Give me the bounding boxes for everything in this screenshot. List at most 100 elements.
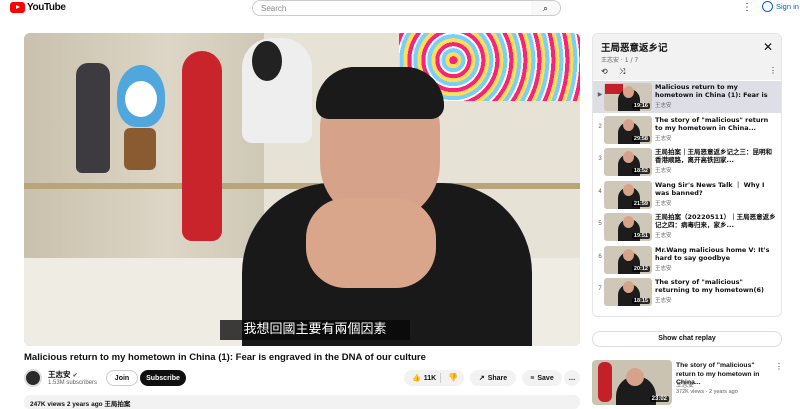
- recommended-meta: 372K views · 2 years ago: [676, 389, 738, 395]
- more-actions-button[interactable]: …: [564, 370, 580, 386]
- video-frame-bear-figure: [76, 63, 110, 173]
- show-chat-replay-button[interactable]: Show chat replay: [592, 331, 782, 347]
- subscriber-count: 1.53M subscribers: [48, 380, 98, 386]
- like-count: 11K: [423, 374, 437, 382]
- subscribe-button[interactable]: Subscribe: [140, 370, 186, 386]
- thumb-speaker-face: [623, 151, 634, 163]
- video-frame-clock: [124, 128, 156, 170]
- playlist-item-duration: 19:51: [631, 233, 650, 239]
- video-subtitle: 我想回國主要有兩個因素: [220, 320, 410, 340]
- playlist-item-index: 2: [598, 123, 602, 130]
- playlist-item-channel: 王志安: [655, 233, 672, 239]
- playlist-item-title[interactable]: Malicious return to my hometown in China…: [655, 83, 777, 100]
- playlist-item[interactable]: 4 21:59 Wang Sir's News Talk ｜ Why I was b…: [593, 179, 781, 211]
- playlist-item-thumbnail[interactable]: 29:58: [604, 115, 652, 144]
- playlist-title[interactable]: 王局恶意返乡记: [601, 40, 668, 54]
- shuffle-icon[interactable]: ⤨: [619, 67, 625, 77]
- playlist-item[interactable]: ▶ 19:16 Malicious return to my hometown in…: [593, 81, 781, 113]
- playlist-item-thumbnail[interactable]: 19:51: [604, 213, 652, 241]
- playlist-item-title[interactable]: The story of "malicious" return to my ho…: [655, 116, 777, 132]
- recommended-channel[interactable]: 王志安: [676, 380, 694, 389]
- save-icon: ≡: [530, 374, 535, 382]
- playlist-item-channel: 王志安: [655, 168, 672, 174]
- close-icon[interactable]: ✕: [763, 40, 773, 54]
- playlist-header: 王局恶意返乡记 王志安 · 1 / 7 ⟲ ⤨ ✕ ⋮: [593, 34, 781, 80]
- thumb-speaker-face: [623, 216, 634, 228]
- youtube-logo[interactable]: YouTube: [10, 2, 66, 13]
- playlist-item-duration: 18:52: [631, 168, 650, 174]
- playlist-item-index: 4: [598, 188, 602, 195]
- video-frame-dog-patch: [252, 41, 282, 81]
- recommended-thumbnail[interactable]: 23:02: [592, 360, 672, 405]
- playlist-item-channel: 王志安: [655, 200, 672, 207]
- search-input[interactable]: Search: [252, 0, 532, 16]
- video-frame-doraemon-face: [125, 81, 157, 117]
- playlist-item-title[interactable]: Wang Sir's News Talk ｜ Why I was banned?: [655, 181, 777, 197]
- playlist-item-index: 7: [598, 286, 602, 292]
- settings-kebab-icon[interactable]: ⋮: [742, 2, 752, 13]
- playlist-item[interactable]: 3 18:52 王局拍案｜王局恶意返乡记之三：昆明和香港顺路，离开高铁回家... 王志…: [593, 146, 781, 178]
- channel-name[interactable]: 王志安 ✔: [48, 369, 78, 380]
- playlist-item-thumbnail[interactable]: 18:15: [604, 278, 652, 306]
- sign-in-label: Sign in: [776, 2, 799, 11]
- video-frame-speaker-hair-top: [316, 67, 444, 119]
- video-player[interactable]: 我想回國主要有兩個因素: [24, 33, 580, 346]
- loop-icon[interactable]: ⟲: [601, 67, 608, 76]
- channel-avatar[interactable]: [24, 369, 42, 387]
- join-button[interactable]: Join: [106, 370, 138, 386]
- more-icon: …: [568, 374, 576, 382]
- thumb-speaker-face: [623, 86, 634, 98]
- playlist-kebab-icon[interactable]: ⋮: [769, 66, 777, 75]
- playlist-item-thumbnail[interactable]: 21:59: [604, 180, 652, 209]
- thumb-speaker-face: [626, 368, 644, 386]
- playlist-item-thumbnail[interactable]: 18:52: [604, 148, 652, 176]
- video-title: Malicious return to my hometown in China…: [24, 352, 426, 363]
- recommended-video[interactable]: 23:02 The story of "malicious" return to…: [592, 360, 792, 406]
- sign-in-button[interactable]: Sign in: [762, 1, 799, 12]
- playlist-item[interactable]: 7 18:15 The story of "malicious" returning…: [593, 276, 781, 308]
- playlist-item[interactable]: 6 20:12 Mr.Wang malicious home V: It's har…: [593, 244, 781, 276]
- playlist-item-channel: 王志安: [655, 265, 672, 272]
- masthead: YouTube Search ⌕ ⋮ Sign in: [0, 0, 800, 18]
- playlist-item-duration: 20:12: [631, 265, 650, 272]
- thumb-speaker-face: [623, 183, 634, 196]
- description-box[interactable]: 247K views 2 years ago 王局拍案: [24, 395, 580, 409]
- playlist-item-title[interactable]: Mr.Wang malicious home V: It's hard to s…: [655, 246, 777, 262]
- recommended-kebab-icon[interactable]: ⋮: [775, 362, 783, 371]
- playlist-item-index: 5: [598, 221, 602, 227]
- share-button[interactable]: ↗ Share: [470, 370, 516, 386]
- share-icon: ↗: [478, 375, 485, 382]
- playlist-panel: 王局恶意返乡记 王志安 · 1 / 7 ⟲ ⤨ ✕ ⋮ ▶ 19:16 Malici…: [592, 33, 782, 317]
- youtube-play-icon: [10, 2, 25, 13]
- playlist-item-duration: 29:58: [631, 135, 650, 142]
- playlist-item-thumbnail[interactable]: 20:12: [604, 245, 652, 274]
- playlist-item-title[interactable]: 王局拍案｜王局恶意返乡记之三：昆明和香港顺路，离开高铁回家...: [655, 148, 777, 164]
- search-button[interactable]: ⌕: [531, 0, 561, 16]
- search-icon: ⌕: [542, 2, 549, 13]
- thumb-speaker-face: [623, 248, 634, 261]
- playlist-item[interactable]: 5 19:51 王局拍案（20220511）｜王局恶意返乡记之四：病毒归来，家乡..…: [593, 211, 781, 243]
- playlist-item[interactable]: 2 29:58 The story of "malicious" return to…: [593, 114, 781, 146]
- thumb-speaker-face: [623, 281, 634, 293]
- playlist-item-channel: 王志安: [655, 298, 672, 304]
- thumb-speaker-face: [623, 118, 634, 131]
- save-label: Save: [537, 374, 554, 382]
- verified-icon: ✔: [72, 373, 78, 379]
- save-button[interactable]: ≡ Save: [522, 370, 562, 386]
- logo-text: YouTube: [27, 2, 66, 13]
- playlist-item-title[interactable]: 王局拍案（20220511）｜王局恶意返乡记之四：病毒归来，家乡...: [655, 213, 777, 229]
- video-frame-monkey-figure: [182, 51, 222, 241]
- user-icon: [762, 1, 773, 12]
- playlist-item-channel: 王志安: [655, 135, 672, 142]
- like-divider: [440, 373, 441, 383]
- thumbs-up-icon: 👍: [412, 375, 421, 382]
- playlist-item-duration: 21:59: [631, 200, 650, 207]
- video-frame-speaker-hands: [306, 198, 436, 288]
- playlist-item-thumbnail[interactable]: 19:16: [604, 83, 652, 111]
- recommended-duration: 23:02: [649, 396, 669, 402]
- playlist-item-index: ▶: [597, 92, 603, 98]
- playlist-meta: 王志安 · 1 / 7: [601, 57, 639, 64]
- playlist-item-title[interactable]: The story of "malicious" returning to my…: [655, 278, 777, 294]
- playlist-item-duration: 19:16: [631, 103, 650, 109]
- thumbs-down-icon[interactable]: 👎: [448, 373, 458, 382]
